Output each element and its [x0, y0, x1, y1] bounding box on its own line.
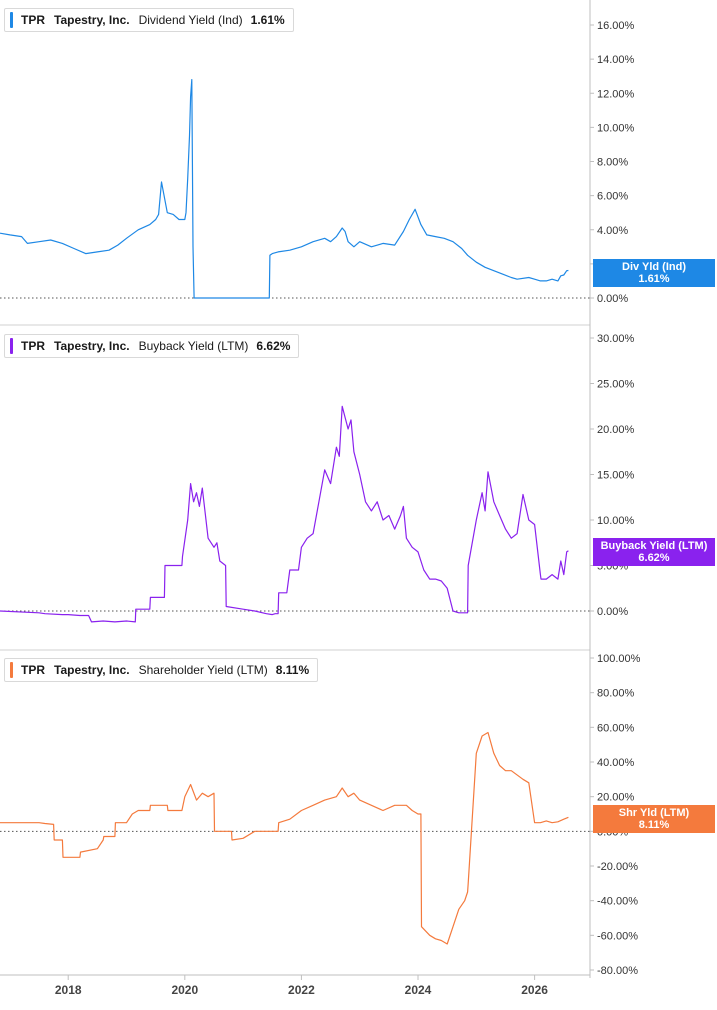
shareholder-company: Tapestry, Inc. — [54, 663, 130, 677]
buyback-ytick-label: 20.00% — [597, 424, 635, 436]
buyback-color-swatch — [10, 338, 13, 354]
dividend-ytick-label: 10.00% — [597, 122, 635, 134]
shareholder-ticker: TPR — [21, 663, 45, 677]
shareholder-ytick-label: -60.00% — [597, 930, 638, 942]
shareholder-ytick-label: 20.00% — [597, 792, 635, 804]
shareholder-ytick-label: -20.00% — [597, 861, 638, 873]
shareholder-metric-name: Shareholder Yield (LTM) — [138, 663, 268, 677]
buyback-ytick-label: 30.00% — [597, 333, 635, 345]
shareholder-badge-label: Shr Yld (LTM) — [618, 807, 690, 819]
chart-root: 0.00%2.00%4.00%6.00%8.00%10.00%12.00%14.… — [0, 0, 717, 1005]
dividend-ytick-label: 16.00% — [597, 20, 635, 32]
shareholder-ytick-label: 80.00% — [597, 688, 635, 700]
dividend-badge-value: 1.61% — [638, 273, 670, 285]
dividend-ytick-label: 6.00% — [597, 191, 628, 203]
shareholder-color-swatch — [10, 662, 13, 678]
x-tick-label: 2022 — [288, 983, 315, 997]
dividend-ytick-label: 0.00% — [597, 293, 628, 305]
dividend-ytick-label: 14.00% — [597, 54, 635, 66]
buyback-value-badge: Buyback Yield (LTM) 6.62% — [593, 538, 715, 566]
dividend-badge-label: Div Yld (Ind) — [622, 261, 686, 273]
dividend-current-value: 1.61% — [250, 13, 285, 27]
x-tick-label: 2024 — [405, 983, 432, 997]
dividend-metric-name: Dividend Yield (Ind) — [138, 13, 243, 27]
shareholder-yield-label: TPR Tapestry, Inc. Shareholder Yield (LT… — [4, 658, 319, 682]
buyback-ytick-label: 15.00% — [597, 470, 635, 482]
dividend-yield-label: TPR Tapestry, Inc. Dividend Yield (Ind) … — [4, 8, 294, 32]
shareholder-ytick-label: 60.00% — [597, 722, 635, 734]
shareholder-value-badge: Shr Yld (LTM) 8.11% — [593, 805, 715, 833]
dividend-series-line — [0, 78, 569, 299]
shareholder-badge-value: 8.11% — [638, 819, 670, 831]
shareholder-ytick-label: 40.00% — [597, 757, 635, 769]
dividend-ytick-label: 12.00% — [597, 88, 635, 100]
dividend-ytick-label: 8.00% — [597, 157, 628, 169]
buyback-series-line — [0, 405, 569, 623]
shareholder-ytick-label: -40.00% — [597, 896, 638, 908]
dividend-color-swatch — [10, 12, 13, 28]
buyback-current-value: 6.62% — [256, 339, 291, 353]
dividend-value-badge: Div Yld (Ind) 1.61% — [593, 259, 715, 287]
shareholder-ytick-label: 100.00% — [597, 653, 641, 665]
x-tick-label: 2020 — [171, 983, 198, 997]
dividend-ytick-label: 4.00% — [597, 225, 628, 237]
buyback-ytick-label: 0.00% — [597, 606, 628, 618]
shareholder-current-value: 8.11% — [275, 663, 310, 677]
buyback-yield-label: TPR Tapestry, Inc. Buyback Yield (LTM) 6… — [4, 334, 300, 358]
dividend-company: Tapestry, Inc. — [54, 13, 130, 27]
shareholder-ytick-label: -80.00% — [597, 965, 638, 977]
x-tick-label: 2018 — [55, 983, 82, 997]
dividend-ticker: TPR — [21, 13, 45, 27]
buyback-ticker: TPR — [21, 339, 45, 353]
chart-svg: 0.00%2.00%4.00%6.00%8.00%10.00%12.00%14.… — [0, 0, 641, 997]
buyback-company: Tapestry, Inc. — [54, 339, 130, 353]
buyback-metric-name: Buyback Yield (LTM) — [138, 339, 249, 353]
shareholder-series-line — [0, 731, 569, 945]
buyback-ytick-label: 10.00% — [597, 515, 635, 527]
buyback-badge-value: 6.62% — [638, 552, 670, 564]
buyback-badge-label: Buyback Yield (LTM) — [600, 540, 708, 552]
buyback-ytick-label: 25.00% — [597, 379, 635, 391]
x-tick-label: 2026 — [521, 983, 548, 997]
